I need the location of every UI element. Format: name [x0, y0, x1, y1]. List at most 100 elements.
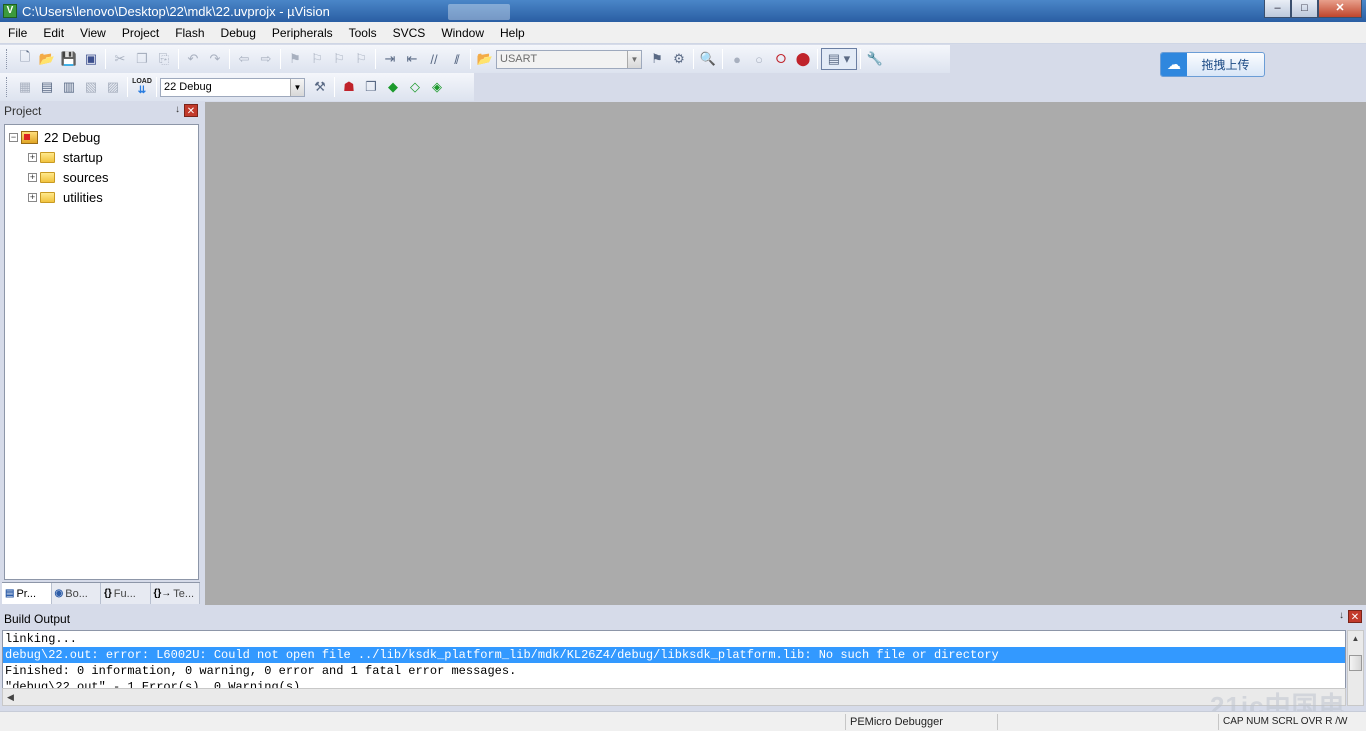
- find-combo-value: USART: [500, 53, 538, 65]
- unindent-icon[interactable]: ⇤: [401, 48, 423, 70]
- tab-label: Pr...: [16, 587, 37, 600]
- insert-breakpoint-icon[interactable]: ●: [726, 48, 748, 70]
- folder-icon: [40, 171, 55, 183]
- editor-area[interactable]: [205, 102, 1366, 605]
- menu-flash[interactable]: Flash: [167, 23, 212, 43]
- scrollbar-thumb[interactable]: [1349, 655, 1362, 671]
- title-bar: V C:\Users\lenovo\Desktop\22\mdk\22.uvpr…: [0, 0, 1366, 22]
- tree-root[interactable]: − 22 Debug: [5, 127, 198, 147]
- clear-bookmarks-icon[interactable]: ⚐: [350, 48, 372, 70]
- horizontal-scrollbar[interactable]: ◀: [2, 688, 1346, 706]
- scroll-up-icon[interactable]: ▲: [1348, 631, 1363, 646]
- copy-icon[interactable]: ❐: [131, 48, 153, 70]
- download-load-icon[interactable]: LOAD ⇊: [131, 76, 153, 98]
- menu-tools[interactable]: Tools: [341, 23, 385, 43]
- toolbar-separator: [860, 49, 861, 69]
- menu-debug[interactable]: Debug: [213, 23, 264, 43]
- translate-icon[interactable]: ▦: [14, 76, 36, 98]
- tab-books[interactable]: ◉ Bo...: [52, 583, 101, 604]
- menu-edit[interactable]: Edit: [35, 23, 72, 43]
- open-folder-icon[interactable]: 📂: [36, 48, 58, 70]
- indent-icon[interactable]: ⇥: [379, 48, 401, 70]
- tab-functions[interactable]: {} Fu...: [101, 583, 151, 604]
- save-icon[interactable]: 💾: [58, 48, 80, 70]
- next-bookmark-icon[interactable]: ⚐: [328, 48, 350, 70]
- menu-window[interactable]: Window: [433, 23, 492, 43]
- target-select[interactable]: 22 Debug ▼: [160, 77, 305, 97]
- previous-bookmark-icon[interactable]: ⚐: [306, 48, 328, 70]
- paste-icon[interactable]: ⎘: [153, 48, 175, 70]
- expand-icon[interactable]: +: [28, 192, 37, 202]
- toolbar-grip[interactable]: [6, 77, 10, 97]
- tree-group-sources[interactable]: + sources: [5, 167, 198, 187]
- manage-project-items-icon[interactable]: ☗: [338, 76, 360, 98]
- toolbar-separator: [156, 77, 157, 97]
- load-label: LOAD: [132, 78, 152, 85]
- templates-tab-icon: {}→: [153, 588, 172, 599]
- incremental-find-icon[interactable]: ⚑: [646, 48, 668, 70]
- start-debug-icon[interactable]: 🔍: [697, 48, 719, 70]
- stop-build-icon[interactable]: ▨: [102, 76, 124, 98]
- toolbar-separator: [470, 49, 471, 69]
- tree-group-label[interactable]: sources: [61, 170, 111, 185]
- tab-project[interactable]: ▤ Pr...: [2, 583, 52, 604]
- kill-breakpoints-icon[interactable]: ⬤: [792, 48, 814, 70]
- chevron-down-icon[interactable]: ▼: [290, 78, 304, 96]
- rebuild-icon[interactable]: ▥: [58, 76, 80, 98]
- software-packs-icon[interactable]: ◈: [426, 76, 448, 98]
- chevron-down-icon[interactable]: ▼: [627, 50, 641, 68]
- window-layout-icon[interactable]: ▤ ▾: [821, 48, 857, 70]
- menu-help[interactable]: Help: [492, 23, 533, 43]
- pack-installer-icon[interactable]: ◇: [404, 76, 426, 98]
- batch-build-icon[interactable]: ▧: [80, 76, 102, 98]
- tree-group-startup[interactable]: + startup: [5, 147, 198, 167]
- select-packs-icon[interactable]: ❐: [360, 76, 382, 98]
- output-line-error[interactable]: debug\22.out: error: L6002U: Could not o…: [3, 647, 1345, 663]
- find-combo[interactable]: USART ▼: [496, 49, 642, 69]
- disable-breakpoints-icon[interactable]: ⭘: [770, 48, 792, 70]
- expand-icon[interactable]: +: [28, 152, 37, 162]
- status-empty: [997, 714, 1123, 730]
- title-highlight: [448, 4, 510, 20]
- close-icon[interactable]: ✕: [184, 104, 198, 117]
- minimize-button[interactable]: –: [1264, 0, 1291, 18]
- menu-file[interactable]: File: [0, 23, 35, 43]
- find-in-files-icon[interactable]: 📂: [474, 48, 496, 70]
- target-options-icon[interactable]: ⚒: [309, 76, 331, 98]
- new-file-icon[interactable]: 🗋: [14, 48, 36, 70]
- comment-icon[interactable]: //: [423, 48, 445, 70]
- bookmark-icon[interactable]: ⚑: [284, 48, 306, 70]
- navigate-forward-icon[interactable]: ⇨: [255, 48, 277, 70]
- tree-root-label[interactable]: 22 Debug: [42, 129, 103, 145]
- collapse-icon[interactable]: −: [9, 132, 18, 142]
- tree-group-label[interactable]: utilities: [61, 190, 105, 205]
- menu-peripherals[interactable]: Peripherals: [264, 23, 341, 43]
- expand-icon[interactable]: +: [28, 172, 37, 182]
- tab-templates[interactable]: {}→ Te...: [151, 583, 200, 604]
- enable-breakpoint-icon[interactable]: ○: [748, 48, 770, 70]
- upload-button[interactable]: ☁ 拖拽上传: [1160, 52, 1265, 77]
- redo-icon[interactable]: ↷: [204, 48, 226, 70]
- manage-run-time-environment-icon[interactable]: ◆: [382, 76, 404, 98]
- menu-view[interactable]: View: [72, 23, 114, 43]
- close-window-button[interactable]: ✕: [1318, 0, 1362, 18]
- tree-group-utilities[interactable]: + utilities: [5, 187, 198, 207]
- close-icon[interactable]: ✕: [1348, 610, 1362, 623]
- pin-icon[interactable]: ↓: [1339, 610, 1344, 621]
- save-all-icon[interactable]: ▣: [80, 48, 102, 70]
- settings-wrench-icon[interactable]: 🔧: [864, 48, 886, 70]
- configuration-wizard-icon[interactable]: ⚙: [668, 48, 690, 70]
- toolbar-grip[interactable]: [6, 49, 10, 69]
- build-icon[interactable]: ▤: [36, 76, 58, 98]
- maximize-button[interactable]: □: [1291, 0, 1318, 18]
- cut-icon[interactable]: ✂: [109, 48, 131, 70]
- toolbar-separator: [229, 49, 230, 69]
- navigate-back-icon[interactable]: ⇦: [233, 48, 255, 70]
- tree-group-label[interactable]: startup: [61, 150, 105, 165]
- undo-icon[interactable]: ↶: [182, 48, 204, 70]
- status-indicators: CAP NUM SCRL OVR R /W: [1218, 714, 1366, 730]
- menu-project[interactable]: Project: [114, 23, 167, 43]
- pin-icon[interactable]: ↓: [175, 104, 180, 115]
- menu-svcs[interactable]: SVCS: [385, 23, 434, 43]
- uncomment-icon[interactable]: /̸: [445, 48, 467, 70]
